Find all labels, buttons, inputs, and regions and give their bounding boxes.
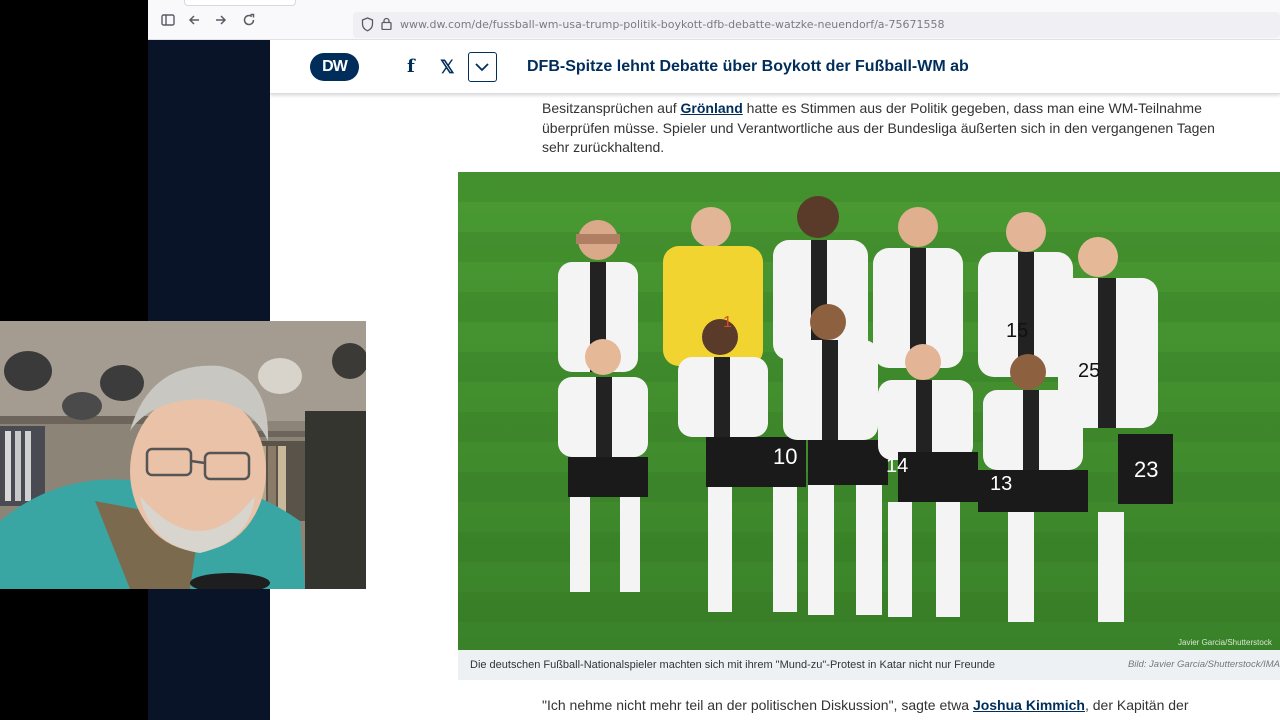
jersey-number: 14	[886, 455, 908, 477]
chevron-down-icon	[475, 63, 489, 72]
team-photo[interactable]: 25 15 23 10 14 13 1 Javier Garcia/Shutte…	[458, 172, 1280, 650]
back-icon[interactable]	[186, 13, 202, 29]
address-bar[interactable]: www.dw.com/de/fussball-wm-usa-trump-poli…	[353, 12, 1280, 38]
link-joshua-kimmich[interactable]: Joshua Kimmich	[973, 697, 1085, 713]
image-caption-bar: Die deutschen Fußball-Nationalspieler ma…	[458, 650, 1280, 680]
jersey-number: 10	[773, 444, 797, 469]
article-paragraph-2: "Ich nehme nicht mehr teil an der politi…	[542, 696, 1242, 716]
forward-icon[interactable]	[213, 13, 229, 29]
sidebar-toggle-icon[interactable]	[160, 13, 176, 29]
share-more-button[interactable]	[468, 52, 497, 82]
webcam-video-graphic	[0, 321, 366, 589]
photo-watermark: Javier Garcia/Shutterstock	[1178, 638, 1273, 647]
article-paragraph: Besitzansprüchen auf Grönland hatte es S…	[542, 99, 1242, 158]
link-groenland[interactable]: Grönland	[681, 100, 743, 116]
facebook-icon[interactable]: f	[407, 56, 415, 77]
screen: www.dw.com/de/fussball-wm-usa-trump-poli…	[0, 0, 1280, 720]
image-credit: Bild: Javier Garcia/Shutterstock/IMA	[1127, 659, 1280, 670]
browser-toolbar: www.dw.com/de/fussball-wm-usa-trump-poli…	[148, 0, 1280, 40]
jersey-number: 25	[1078, 360, 1100, 382]
jersey-number: 23	[1134, 457, 1158, 482]
tracking-shield-icon[interactable]	[361, 17, 375, 33]
lock-icon[interactable]	[381, 17, 393, 31]
jersey-number: 1	[723, 314, 732, 331]
browser-tab[interactable]	[184, 0, 296, 6]
team-photo-graphic: 25 15 23 10 14 13 1 Javier Garcia/Shutte…	[458, 172, 1280, 650]
webcam-overlay	[0, 321, 366, 589]
paragraph-text: Besitzansprüchen auf	[542, 100, 681, 116]
url-text[interactable]: www.dw.com/de/fussball-wm-usa-trump-poli…	[400, 18, 944, 31]
jersey-number: 13	[990, 473, 1012, 495]
paragraph-text: , der Kapitän der	[1084, 697, 1189, 713]
jersey-number: 15	[1006, 320, 1028, 342]
paragraph-text: "Ich nehme nicht mehr teil an der politi…	[542, 697, 973, 713]
sticky-header: DW f 𝕏 DFB-Spitze lehnt Debatte über Boy…	[270, 40, 1280, 94]
x-icon[interactable]: 𝕏	[440, 57, 455, 78]
article-page: DW f 𝕏 DFB-Spitze lehnt Debatte über Boy…	[270, 40, 1280, 720]
image-caption: Die deutschen Fußball-Nationalspieler ma…	[470, 659, 996, 671]
reload-icon[interactable]	[241, 13, 257, 29]
header-article-title: DFB-Spitze lehnt Debatte über Boykott de…	[527, 58, 969, 75]
dw-logo[interactable]: DW	[310, 53, 359, 81]
